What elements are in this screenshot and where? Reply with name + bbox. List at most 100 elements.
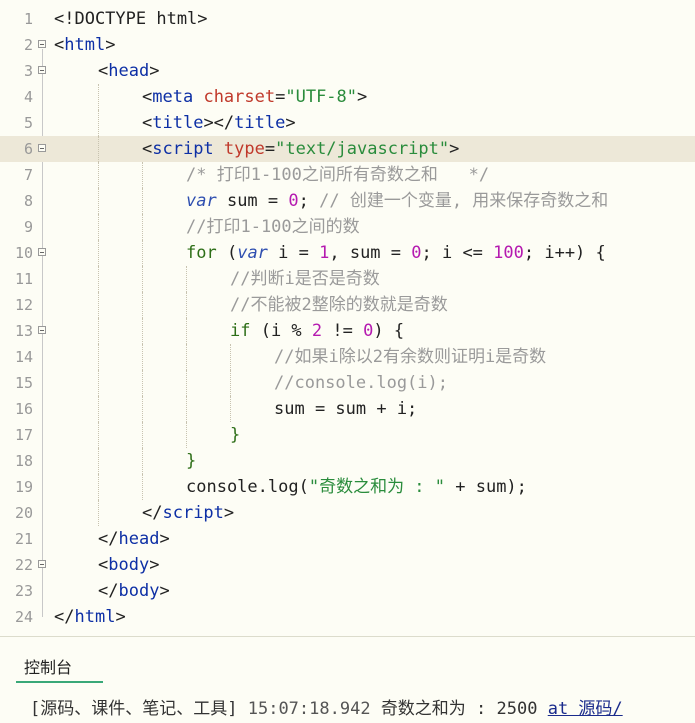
code-token: ; <box>298 191 320 211</box>
code-text: <meta charset="UTF-8"> <box>142 84 367 110</box>
code-token: </ <box>98 529 119 549</box>
code-line[interactable]: 4 <meta charset="UTF-8"> <box>0 84 695 110</box>
indent-guide <box>142 474 143 500</box>
code-line[interactable]: 2 <html> <box>0 32 695 58</box>
code-text: <!DOCTYPE html> <box>54 6 208 32</box>
fold-toggle-icon[interactable] <box>38 66 46 74</box>
line-number: 5 <box>23 114 33 132</box>
fold-toggle-icon[interactable] <box>38 144 46 152</box>
console-source-link[interactable]: at 源码/ <box>548 699 623 719</box>
code-token: head <box>118 529 160 549</box>
line-number: 17 <box>14 426 33 444</box>
code-text: //打印1-100之间的数 <box>186 214 360 240</box>
code-text: console.log("奇数之和为 : " + sum); <box>186 474 527 500</box>
code-token: > <box>159 529 170 549</box>
indent-guide <box>142 266 143 292</box>
code-line[interactable]: 19 console.log("奇数之和为 : " + sum); <box>0 474 695 500</box>
code-token: + sum); <box>445 477 527 497</box>
code-text: </body> <box>98 578 170 604</box>
code-text: //如果i除以2有余数则证明i是奇数 <box>274 344 546 370</box>
indent-guide <box>98 240 99 266</box>
code-text: <body> <box>98 552 159 578</box>
code-line[interactable]: 14 //如果i除以2有余数则证明i是奇数 <box>0 344 695 370</box>
code-token: //判断i是否是奇数 <box>230 269 380 289</box>
code-token: ( <box>216 243 238 263</box>
indent-guide <box>98 136 99 162</box>
code-line[interactable]: 9 //打印1-100之间的数 <box>0 214 695 240</box>
code-token: head <box>108 61 150 81</box>
code-line[interactable]: 8 var sum = 0; // 创建一个变量, 用来保存奇数之和 <box>0 188 695 214</box>
code-line[interactable]: 5 <title></title> <box>0 110 695 136</box>
code-line[interactable]: 15 //console.log(i); <box>0 370 695 396</box>
indent-guide <box>98 162 99 188</box>
code-text: //不能被2整除的数就是奇数 <box>230 292 448 318</box>
code-line[interactable]: 20 </script> <box>0 500 695 526</box>
code-token: for <box>186 243 217 263</box>
indent-guide <box>98 422 99 448</box>
line-number: 21 <box>14 530 33 548</box>
code-line[interactable]: 12 //不能被2整除的数就是奇数 <box>0 292 695 318</box>
code-token: if <box>230 321 251 341</box>
code-line[interactable]: 23 </body> <box>0 578 695 604</box>
fold-toggle-icon[interactable] <box>38 40 46 48</box>
code-token: sum = sum + i; <box>274 399 418 419</box>
indent-guide <box>142 292 143 318</box>
code-token: charset <box>203 87 276 107</box>
line-number: 4 <box>23 88 33 106</box>
fold-toggle-icon[interactable] <box>38 248 46 256</box>
code-line[interactable]: 18} <box>0 448 695 474</box>
code-token: meta <box>152 87 194 107</box>
code-token: 1 <box>319 243 330 263</box>
code-token: body <box>108 555 150 575</box>
code-token: title <box>234 113 286 133</box>
line-number: 2 <box>23 36 33 54</box>
code-line[interactable]: 16 sum = sum + i; <box>0 396 695 422</box>
code-text: if (i % 2 != 0) { <box>230 318 404 344</box>
tab-console[interactable]: 控制台 <box>16 657 103 683</box>
indent-guide <box>186 396 187 422</box>
code-token: , sum = <box>329 243 412 263</box>
indent-guide <box>142 344 143 370</box>
code-line[interactable]: 17} <box>0 422 695 448</box>
code-text: //console.log(i); <box>274 370 448 396</box>
code-line[interactable]: 22 <body> <box>0 552 695 578</box>
code-text: var sum = 0; // 创建一个变量, 用来保存奇数之和 <box>186 188 608 214</box>
code-line[interactable]: 24 </html> <box>0 604 695 630</box>
indent-guide <box>142 240 143 266</box>
code-token: 2 <box>311 321 323 341</box>
code-token: > <box>285 113 296 133</box>
code-token: } <box>230 425 241 445</box>
line-number: 6 <box>23 140 33 158</box>
indent-guide <box>98 448 99 474</box>
code-token: /* 打印1-100之间所有奇数之和 */ <box>186 165 490 185</box>
code-token: </ <box>54 607 75 627</box>
code-token: //console.log(i); <box>274 373 448 393</box>
console-timestamp: 15:07:18.942 <box>247 699 371 719</box>
code-line[interactable]: 21 </head> <box>0 526 695 552</box>
code-token: <!DOCTYPE html> <box>54 9 208 29</box>
code-token: < <box>142 87 153 107</box>
indent-guide <box>98 292 99 318</box>
code-line[interactable]: 7 /* 打印1-100之间所有奇数之和 */ <box>0 162 695 188</box>
code-line[interactable]: 1 <!DOCTYPE html> <box>0 6 695 32</box>
code-token: console.log( <box>186 477 309 497</box>
code-editor[interactable]: 1 <!DOCTYPE html> 2 <html> 3 <head> 4 <meta cha… <box>0 0 695 636</box>
console-panel: 控制台 [源码、课件、笔记、工具] 15:07:18.942 奇数之和为 : 2… <box>0 636 695 723</box>
code-text: for (var i = 1, sum = 0; i <= 100; i++) … <box>186 240 606 266</box>
fold-toggle-icon[interactable] <box>38 326 46 334</box>
fold-toggle-icon[interactable] <box>38 560 46 568</box>
code-token: (i % <box>250 321 312 341</box>
code-line[interactable]: 13 if (i % 2 != 0) { <box>0 318 695 344</box>
code-line[interactable]: 6 <script type="text/javascript"> <box>0 136 695 162</box>
code-token: var <box>186 191 217 211</box>
code-line[interactable]: 3 <head> <box>0 58 695 84</box>
code-token: ; i <= <box>421 243 494 263</box>
code-line[interactable]: 11 //判断i是否是奇数 <box>0 266 695 292</box>
code-text: <script type="text/javascript"> <box>142 136 459 162</box>
indent-guide <box>98 344 99 370</box>
line-number: 13 <box>14 322 33 340</box>
code-line[interactable]: 10 for (var i = 1, sum = 0; i <= 100; i++… <box>0 240 695 266</box>
indent-guide <box>186 292 187 318</box>
indent-guide <box>98 370 99 396</box>
